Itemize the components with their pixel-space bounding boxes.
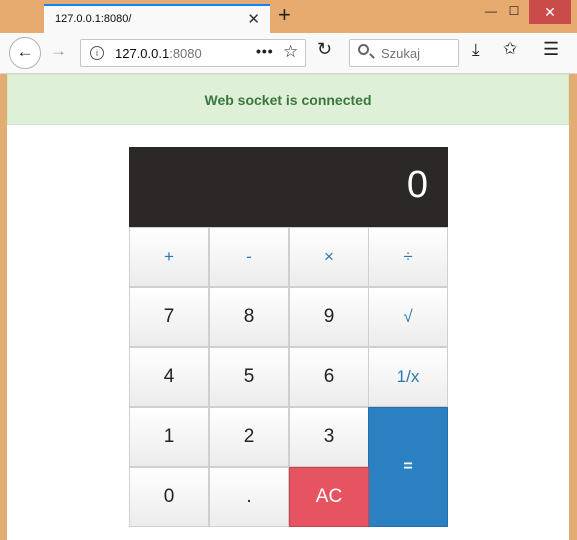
add-button[interactable]: + <box>129 227 209 287</box>
maximize-button[interactable]: ☐ <box>498 0 530 24</box>
close-window-button[interactable]: ✕ <box>529 0 571 24</box>
library-icon[interactable]: ✩ <box>503 39 517 59</box>
back-button[interactable]: ← <box>9 37 41 69</box>
digit-4-button[interactable]: 4 <box>129 347 209 407</box>
divide-button[interactable]: ÷ <box>368 227 448 287</box>
reciprocal-button[interactable]: 1/x <box>368 347 448 407</box>
close-tab-icon[interactable]: ✕ <box>247 10 260 28</box>
search-icon <box>358 44 369 55</box>
page-actions-icon[interactable]: ••• <box>256 43 274 59</box>
digit-9-button[interactable]: 9 <box>289 287 369 347</box>
connection-alert: Web socket is connected <box>7 74 569 125</box>
page-content: Web socket is connected 0 + - × ÷ 7 8 9 … <box>0 74 577 540</box>
url-text[interactable]: 127.0.0.1:8080 <box>115 46 202 61</box>
multiply-button[interactable]: × <box>289 227 369 287</box>
subtract-button[interactable]: - <box>209 227 289 287</box>
download-icon[interactable]: ⤓ <box>472 40 480 60</box>
digit-8-button[interactable]: 8 <box>209 287 289 347</box>
url-host: 127.0.0.1 <box>115 46 170 61</box>
url-bar[interactable]: i 127.0.0.1:8080 ••• ☆ <box>80 39 306 67</box>
tab-title: 127.0.0.1:8080/ <box>55 13 132 25</box>
info-icon[interactable]: i <box>90 46 104 60</box>
browser-toolbar: ← → i 127.0.0.1:8080 ••• ☆ ↻ Szukaj ⤓ ✩ … <box>0 33 577 74</box>
clear-button[interactable]: AC <box>289 467 369 527</box>
calculator-display: 0 <box>129 147 448 227</box>
browser-tab[interactable]: 127.0.0.1:8080/ ✕ <box>44 4 270 34</box>
decimal-button[interactable]: . <box>209 467 289 527</box>
equals-button[interactable]: = <box>368 407 448 527</box>
menu-icon[interactable]: ☰ <box>543 39 559 60</box>
digit-6-button[interactable]: 6 <box>289 347 369 407</box>
digit-5-button[interactable]: 5 <box>209 347 289 407</box>
digit-1-button[interactable]: 1 <box>129 407 209 467</box>
arrow-left-icon: ← <box>16 42 34 61</box>
alert-text: Web socket is connected <box>204 92 372 108</box>
search-placeholder: Szukaj <box>381 46 421 61</box>
reload-icon[interactable]: ↻ <box>317 39 332 60</box>
display-value: 0 <box>406 164 428 206</box>
sqrt-button[interactable]: √ <box>368 287 448 347</box>
window-frame-right <box>569 74 577 540</box>
bookmark-star-icon[interactable]: ☆ <box>283 42 298 62</box>
window-titlebar: 127.0.0.1:8080/ ✕ + — ☐ ✕ <box>0 0 577 34</box>
window-frame-left <box>0 74 7 540</box>
new-tab-button[interactable]: + <box>278 2 291 28</box>
search-bar[interactable]: Szukaj <box>349 39 459 67</box>
digit-3-button[interactable]: 3 <box>289 407 369 467</box>
url-port: :8080 <box>169 46 202 61</box>
forward-button[interactable]: → <box>50 41 67 61</box>
digit-2-button[interactable]: 2 <box>209 407 289 467</box>
digit-0-button[interactable]: 0 <box>129 467 209 527</box>
digit-7-button[interactable]: 7 <box>129 287 209 347</box>
